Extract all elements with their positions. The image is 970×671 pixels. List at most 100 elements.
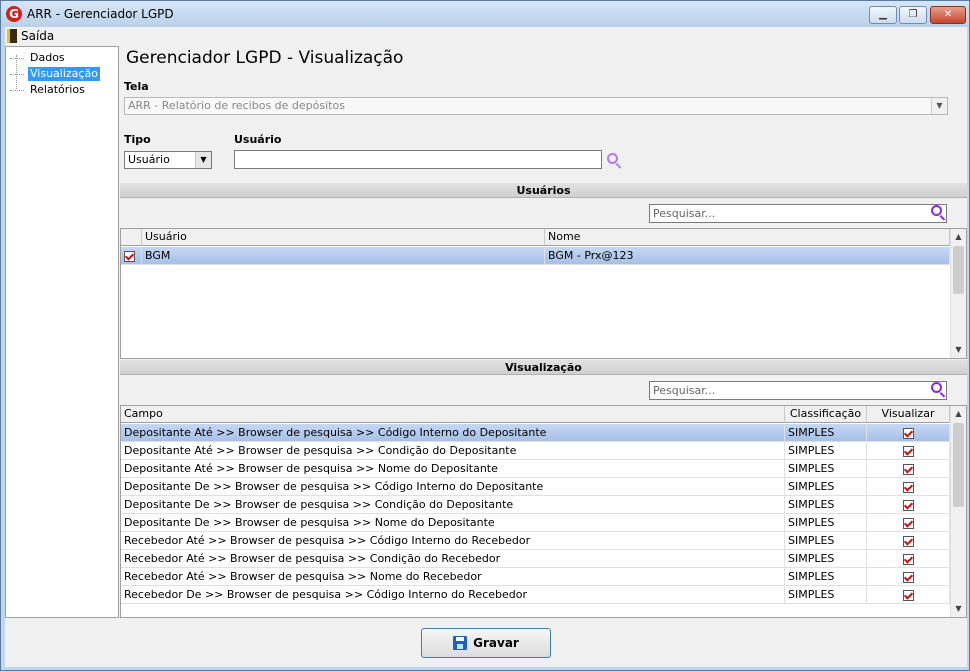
table-row[interactable]: Depositante Até >> Browser de pesquisa >… — [121, 442, 950, 460]
checkbox-checked-icon[interactable] — [124, 250, 135, 262]
search-icon[interactable] — [930, 381, 948, 399]
view-search-input[interactable]: Pesquisar... — [649, 381, 947, 400]
campo-cell: Depositante De >> Browser de pesquisa >>… — [121, 514, 785, 531]
tree-item-label: Visualização — [28, 67, 100, 81]
campo-cell: Depositante De >> Browser de pesquisa >>… — [121, 496, 785, 513]
classificacao-cell: SIMPLES — [785, 550, 867, 567]
view-grid: Campo Classificação Visualizar Depositan… — [120, 405, 967, 618]
scroll-thumb[interactable] — [953, 246, 964, 294]
view-grid-header: Campo Classificação Visualizar — [121, 406, 950, 423]
checkbox-checked-icon[interactable] — [902, 499, 914, 511]
checkbox-checked-icon[interactable] — [902, 481, 914, 493]
campo-cell: Recebedor Até >> Browser de pesquisa >> … — [121, 568, 785, 585]
tela-value: ARR - Relatório de recibos de depósitos — [128, 99, 345, 112]
close-button[interactable]: ✕ — [930, 6, 966, 24]
column-header-nome[interactable]: Nome — [545, 229, 950, 246]
visualizar-cell[interactable] — [867, 532, 950, 549]
save-button[interactable]: Gravar — [421, 628, 551, 658]
nome-cell: BGM - Prx@123 — [545, 247, 950, 264]
table-row[interactable]: Depositante Até >> Browser de pesquisa >… — [121, 460, 950, 478]
visualizar-cell[interactable] — [867, 550, 950, 567]
campo-cell: Recebedor Até >> Browser de pesquisa >> … — [121, 550, 785, 567]
tree-connector — [10, 57, 24, 59]
tree-connector — [10, 89, 24, 91]
save-button-label: Gravar — [473, 636, 519, 650]
usuario-cell: BGM — [142, 247, 545, 264]
visualizar-cell[interactable] — [867, 424, 950, 441]
visualizar-cell[interactable] — [867, 586, 950, 603]
tree-item-relatorios[interactable]: Relatórios — [10, 83, 87, 97]
checkbox-checked-icon[interactable] — [902, 571, 914, 583]
table-row[interactable]: Recebedor Até >> Browser de pesquisa >> … — [121, 532, 950, 550]
scroll-down-icon[interactable]: ▼ — [951, 601, 966, 617]
checkbox-checked-icon[interactable] — [902, 445, 914, 457]
classificacao-cell: SIMPLES — [785, 460, 867, 477]
scroll-up-icon[interactable]: ▲ — [951, 229, 966, 245]
client-area: Saída Dados Visualização Relatórios Gere… — [5, 27, 967, 667]
tree-item-label: Relatórios — [30, 83, 85, 96]
visualizar-cell[interactable] — [867, 478, 950, 495]
visualizar-cell[interactable] — [867, 496, 950, 513]
table-row[interactable]: Depositante De >> Browser de pesquisa >>… — [121, 514, 950, 532]
classificacao-cell: SIMPLES — [785, 496, 867, 513]
menu-bar: Saída — [5, 27, 967, 45]
page-title: Gerenciador LGPD - Visualização — [126, 48, 404, 68]
table-row[interactable]: Depositante De >> Browser de pesquisa >>… — [121, 496, 950, 514]
usuario-input[interactable] — [234, 150, 602, 169]
search-user-icon[interactable] — [606, 152, 624, 170]
campo-cell: Depositante Até >> Browser de pesquisa >… — [121, 460, 785, 477]
checkbox-checked-icon[interactable] — [902, 463, 914, 475]
column-header-visualizar[interactable]: Visualizar — [867, 406, 950, 423]
search-icon[interactable] — [930, 204, 948, 222]
chevron-down-icon[interactable]: ▼ — [195, 152, 211, 168]
tipo-value: Usuário — [128, 153, 170, 166]
view-section-header: Visualização — [120, 360, 967, 375]
visualizar-cell[interactable] — [867, 460, 950, 477]
table-row[interactable]: BGM BGM - Prx@123 — [121, 247, 950, 265]
users-grid: Usuário Nome BGM BGM - Prx@123 ▲ ▼ — [120, 228, 967, 359]
tree-item-visualizacao[interactable]: Visualização — [10, 67, 100, 81]
campo-cell: Recebedor De >> Browser de pesquisa >> C… — [121, 586, 785, 603]
checkbox-checked-icon[interactable] — [902, 517, 914, 529]
scroll-down-icon[interactable]: ▼ — [951, 342, 966, 358]
chevron-down-icon[interactable]: ▼ — [931, 98, 947, 114]
window-title: ARR - Gerenciador LGPD — [27, 7, 174, 21]
table-row[interactable]: Depositante De >> Browser de pesquisa >>… — [121, 478, 950, 496]
users-scrollbar[interactable]: ▲ ▼ — [950, 229, 966, 358]
users-grid-header: Usuário Nome — [121, 229, 950, 246]
table-row[interactable]: Recebedor De >> Browser de pesquisa >> C… — [121, 586, 950, 604]
classificacao-cell: SIMPLES — [785, 514, 867, 531]
main-panel: Gerenciador LGPD - Visualização Tela ARR… — [120, 46, 967, 658]
column-header-classificacao[interactable]: Classificação — [785, 406, 867, 423]
checkbox-checked-icon[interactable] — [902, 553, 914, 565]
tipo-label: Tipo — [124, 133, 151, 146]
column-header-campo[interactable]: Campo — [121, 406, 785, 423]
classificacao-cell: SIMPLES — [785, 586, 867, 603]
scroll-thumb[interactable] — [953, 423, 964, 507]
checkbox-checked-icon[interactable] — [902, 427, 914, 439]
table-row[interactable]: Recebedor Até >> Browser de pesquisa >> … — [121, 568, 950, 586]
navigation-tree: Dados Visualização Relatórios — [5, 46, 119, 618]
users-search-input[interactable]: Pesquisar... — [649, 204, 947, 223]
minimize-button[interactable]: ▁ — [869, 6, 897, 24]
tela-select[interactable]: ARR - Relatório de recibos de depósitos … — [124, 97, 948, 115]
visualizar-cell[interactable] — [867, 442, 950, 459]
column-header-usuario[interactable]: Usuário — [142, 229, 545, 246]
visualizar-cell[interactable] — [867, 514, 950, 531]
tipo-select[interactable]: Usuário ▼ — [124, 151, 212, 169]
table-row[interactable]: Recebedor Até >> Browser de pesquisa >> … — [121, 550, 950, 568]
title-bar[interactable]: G ARR - Gerenciador LGPD ▁ ❐ ✕ — [1, 1, 969, 27]
scroll-up-icon[interactable]: ▲ — [951, 406, 966, 422]
campo-cell: Depositante Até >> Browser de pesquisa >… — [121, 442, 785, 459]
menu-exit[interactable]: Saída — [7, 28, 54, 44]
campo-cell: Depositante Até >> Browser de pesquisa >… — [121, 424, 785, 441]
row-select-cell[interactable] — [121, 247, 142, 264]
table-row[interactable]: Depositante Até >> Browser de pesquisa >… — [121, 424, 950, 442]
maximize-button[interactable]: ❐ — [899, 6, 927, 24]
checkbox-checked-icon[interactable] — [902, 589, 914, 601]
visualizar-cell[interactable] — [867, 568, 950, 585]
checkbox-checked-icon[interactable] — [902, 535, 914, 547]
view-scrollbar[interactable]: ▲ ▼ — [950, 406, 966, 617]
classificacao-cell: SIMPLES — [785, 442, 867, 459]
tree-item-dados[interactable]: Dados — [10, 51, 67, 65]
